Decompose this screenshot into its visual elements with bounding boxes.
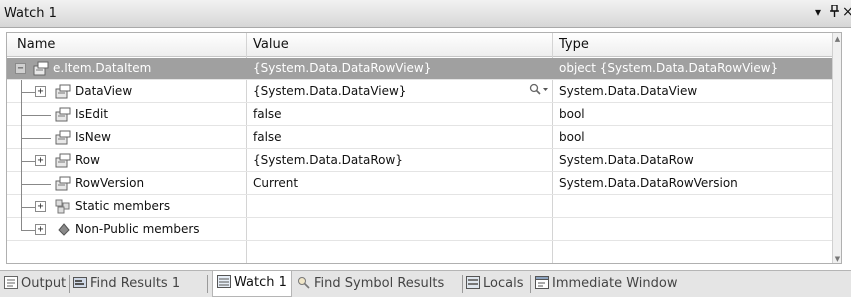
watch-value-cell[interactable]: false xyxy=(253,130,282,144)
scroll-down-icon[interactable]: ▼ xyxy=(833,255,841,263)
tab-find-symbol-results[interactable]: Find Symbol Results xyxy=(297,276,444,296)
watch-row-rowversion[interactable]: RowVersion Current System.Data.DataRowVe… xyxy=(7,173,841,195)
watch-name-cell: IsNew xyxy=(75,130,111,144)
watch-row-non-public-members[interactable]: + Non-Public members xyxy=(7,219,841,241)
watch-name-cell: Row xyxy=(75,153,100,167)
expand-icon[interactable]: + xyxy=(35,224,46,235)
column-header-name[interactable]: Name xyxy=(17,37,55,52)
watch-row-dataview[interactable]: + DataView {System.Data.DataView} System… xyxy=(7,81,841,103)
watch-name-cell: e.Item.DataItem xyxy=(53,61,152,75)
tree-connector xyxy=(21,80,22,231)
watch-value-cell[interactable]: {System.Data.DataRowView} xyxy=(253,61,431,75)
watch-type-cell: System.Data.DataRowVersion xyxy=(559,176,738,190)
tab-watch-1[interactable]: Watch 1 xyxy=(212,271,292,297)
watch-row-isnew[interactable]: IsNew false bool xyxy=(7,127,841,149)
property-icon xyxy=(55,130,71,145)
vertical-scrollbar[interactable]: ▲ ▼ xyxy=(832,33,841,263)
auto-hide-pin-icon[interactable] xyxy=(830,4,839,20)
tab-label: Watch 1 xyxy=(234,275,287,290)
watch-window-titlebar: Watch 1 ▾ × xyxy=(0,0,851,28)
expand-icon[interactable]: + xyxy=(35,201,46,212)
tree-connector xyxy=(21,138,51,139)
watch-value-cell[interactable]: {System.Data.DataRow} xyxy=(253,153,403,167)
watch-type-cell: object {System.Data.DataRowView} xyxy=(559,61,779,75)
tab-label: Find Results 1 xyxy=(90,276,181,291)
watch-icon xyxy=(217,275,231,288)
tab-locals[interactable]: Locals xyxy=(466,276,523,296)
tab-immediate-window[interactable]: Immediate Window xyxy=(535,276,677,296)
close-icon[interactable]: × xyxy=(842,4,851,20)
collapse-icon[interactable]: − xyxy=(15,63,26,74)
watch-name-cell: RowVersion xyxy=(75,176,145,190)
watch-row-row[interactable]: + Row {System.Data.DataRow} System.Data.… xyxy=(7,150,841,172)
watch-empty-row[interactable] xyxy=(7,242,841,263)
watch-name-cell: IsEdit xyxy=(75,107,109,121)
tab-separator xyxy=(530,275,531,293)
watch-name-cell: Static members xyxy=(75,199,171,213)
non-public-icon xyxy=(57,222,73,237)
window-position-dropdown-icon[interactable]: ▾ xyxy=(815,5,821,19)
property-icon xyxy=(55,153,71,168)
visualizer-magnifier-icon[interactable] xyxy=(529,83,549,101)
tab-label: Find Symbol Results xyxy=(314,276,445,291)
watch-type-cell: bool xyxy=(559,130,585,144)
tree-connector xyxy=(21,207,35,208)
watch-row-dataitem[interactable]: − e.Item.DataItem {System.Data.DataRowVi… xyxy=(7,58,841,80)
tab-separator xyxy=(462,275,463,293)
tab-separator xyxy=(69,275,70,293)
watch-value-cell[interactable]: Current xyxy=(253,176,298,190)
watch-name-cell: Non-Public members xyxy=(75,222,200,236)
tree-connector xyxy=(21,92,35,93)
immediate-window-icon xyxy=(535,276,549,289)
scroll-up-icon[interactable]: ▲ xyxy=(833,35,841,43)
tab-output[interactable]: Output xyxy=(4,276,66,296)
column-header-type[interactable]: Type xyxy=(559,37,589,52)
watch-type-cell: bool xyxy=(559,107,585,121)
watch-type-cell: System.Data.DataView xyxy=(559,84,698,98)
watch-value-cell[interactable]: false xyxy=(253,107,282,121)
watch-value-cell[interactable]: {System.Data.DataView} xyxy=(253,84,406,98)
tab-label: Immediate Window xyxy=(552,276,678,291)
tool-window-tabs: Output Find Results 1 Watch 1 Find Symbo… xyxy=(0,270,851,297)
tree-connector xyxy=(21,161,35,162)
tree-connector xyxy=(21,184,51,185)
tree-connector xyxy=(21,230,35,231)
tab-label: Output xyxy=(21,276,67,291)
output-icon xyxy=(4,276,18,289)
watch-row-isedit[interactable]: IsEdit false bool xyxy=(7,104,841,126)
watch-name-cell: DataView xyxy=(75,84,133,98)
static-members-icon xyxy=(55,199,71,214)
watch-type-cell: System.Data.DataRow xyxy=(559,153,694,167)
column-header-value[interactable]: Value xyxy=(253,37,289,52)
tree-connector xyxy=(21,115,51,116)
property-icon xyxy=(55,107,71,122)
locals-icon xyxy=(466,276,480,289)
find-results-icon xyxy=(73,276,87,289)
property-icon xyxy=(55,176,71,191)
grid-header: Name Value Type xyxy=(7,33,841,57)
watch-row-static-members[interactable]: + Static members xyxy=(7,196,841,218)
tab-find-results-1[interactable]: Find Results 1 xyxy=(73,276,180,296)
window-title: Watch 1 xyxy=(4,6,57,21)
property-icon xyxy=(33,61,49,76)
watch-grid: Name Value Type − e.Item.DataItem {Syste… xyxy=(6,32,842,264)
property-icon xyxy=(55,84,71,99)
find-symbol-icon xyxy=(297,276,311,289)
tab-label: Locals xyxy=(483,276,524,291)
expand-icon[interactable]: + xyxy=(35,86,46,97)
tab-separator xyxy=(207,275,208,293)
expand-icon[interactable]: + xyxy=(35,155,46,166)
